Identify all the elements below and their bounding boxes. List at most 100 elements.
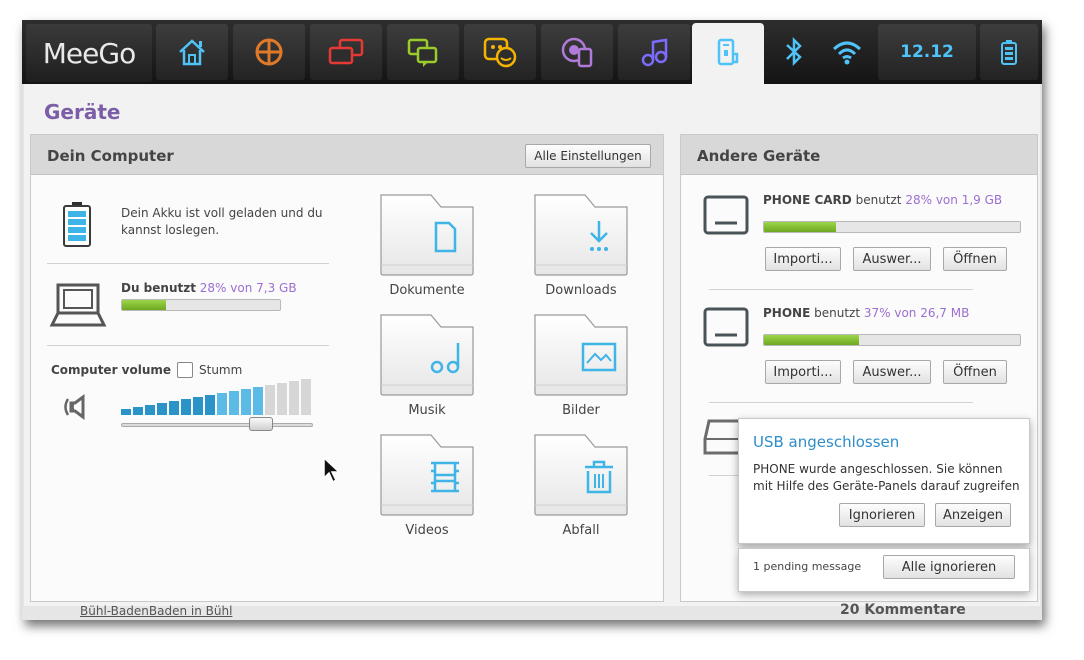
- device-progress-bar: [763, 334, 1021, 346]
- volume-bar: [145, 405, 155, 415]
- usage-progress-bar: [121, 299, 281, 311]
- web-zone[interactable]: [541, 24, 613, 80]
- usb-notification: USB angeschlossen PHONE wurde angeschlos…: [738, 418, 1030, 544]
- divider: [47, 263, 329, 264]
- folder-label: Abfall: [562, 523, 600, 538]
- folder-1[interactable]: [379, 193, 475, 277]
- folder-shape: [534, 194, 628, 276]
- device-usage-value: 37% von 26,7 MB: [863, 306, 970, 320]
- device-usage-value: 28% von 1,9 GB: [905, 193, 1003, 207]
- computer-header: Dein Computer Alle Einstellungen: [31, 135, 663, 175]
- divider: [709, 402, 973, 403]
- computer-section: Dein Computer Alle Einstellungen Dein Ak…: [30, 134, 664, 602]
- home-icon: [179, 39, 205, 66]
- computer-heading: Dein Computer: [47, 147, 174, 165]
- mouse-pointer-icon: [323, 456, 341, 484]
- pending-notification: 1 pending message Alle ignorieren: [738, 548, 1030, 592]
- divider: [47, 345, 329, 346]
- folder-shape: [380, 314, 474, 396]
- meego-window: MeeGo 12.12 Geräte Dein Computer Alle Ei…: [22, 20, 1042, 620]
- folder-5[interactable]: [379, 433, 475, 517]
- volume-level-bars: [121, 379, 315, 415]
- volume-bar: [133, 407, 143, 415]
- volume-bar: [277, 383, 287, 415]
- windows-zone[interactable]: [310, 24, 382, 80]
- other-devices-heading: Andere Geräte: [697, 147, 821, 165]
- folder-6[interactable]: [533, 433, 629, 517]
- ignore-all-button[interactable]: Alle ignorieren: [883, 555, 1015, 579]
- open-button[interactable]: Öffnen: [943, 360, 1007, 384]
- volume-bar: [229, 391, 239, 415]
- devices-panel: Geräte Dein Computer Alle Einstellungen …: [24, 84, 1040, 606]
- eject-button[interactable]: Auswer...: [853, 360, 931, 384]
- bluetooth-zone[interactable]: [764, 24, 824, 80]
- speaker-icon: [64, 394, 85, 420]
- background-link[interactable]: Bühl-BadenBaden in Bühl: [80, 604, 232, 618]
- volume-bar: [265, 385, 275, 415]
- folder-label: Videos: [405, 523, 449, 538]
- applications-zone[interactable]: [233, 24, 305, 80]
- folder-label: Bilder: [562, 403, 600, 418]
- ignore-button[interactable]: Ignorieren: [839, 503, 925, 527]
- volume-bar: [121, 409, 131, 415]
- device-used-word: benutzt: [855, 193, 902, 207]
- phone-storage-icon: [703, 307, 749, 347]
- usage-progress-fill: [122, 300, 167, 310]
- usage-value: 28% von 7,3 GB: [199, 281, 297, 295]
- volume-slider-track[interactable]: [121, 423, 313, 427]
- music-zone[interactable]: [618, 24, 690, 80]
- battery-message: Dein Akku ist voll geladen und du kannst…: [121, 206, 323, 237]
- wifi-icon: [832, 41, 862, 65]
- volume-bar: [253, 387, 263, 415]
- meego-logo[interactable]: MeeGo: [26, 24, 152, 82]
- device-progress-bar: [763, 221, 1021, 233]
- people-icon: [483, 37, 517, 68]
- storage-card-icon: [703, 195, 749, 235]
- device-name: PHONE CARD: [763, 193, 852, 207]
- all-settings-button[interactable]: Alle Einstellungen: [525, 144, 651, 168]
- notification-title: USB angeschlossen: [753, 433, 900, 451]
- show-button[interactable]: Anzeigen: [935, 503, 1011, 527]
- import-button[interactable]: Importi...: [765, 247, 841, 271]
- web-icon: [561, 37, 593, 68]
- device-usage-text: PHONE benutzt 37% von 26,7 MB: [763, 306, 969, 320]
- volume-bar: [193, 397, 203, 415]
- volume-slider-handle[interactable]: [249, 417, 274, 431]
- folder-shape: [534, 314, 628, 396]
- bluetooth-icon: [786, 36, 802, 67]
- chat-icon: [407, 38, 438, 67]
- usage-text: Du benutzt 28% von 7,3 GB: [121, 281, 297, 295]
- people-zone[interactable]: [464, 24, 536, 80]
- mute-checkbox[interactable]: [177, 362, 193, 378]
- volume-bar: [289, 381, 299, 415]
- notification-body: PHONE wurde angeschlossen. Sie können mi…: [753, 462, 1020, 493]
- devices-zone[interactable]: [692, 23, 764, 84]
- background-page: Bühl-BadenBaden in Bühl 20 Kommentare: [22, 602, 1042, 620]
- clock[interactable]: 12.12: [878, 24, 976, 80]
- volume-bar: [181, 399, 191, 415]
- battery-icon: [1001, 40, 1017, 65]
- device-progress-fill: [764, 222, 836, 232]
- home-zone[interactable]: [156, 24, 228, 80]
- folder-4[interactable]: [533, 313, 629, 397]
- import-button[interactable]: Importi...: [765, 360, 841, 384]
- trash-icon: [585, 460, 613, 494]
- page-title: Geräte: [44, 100, 121, 124]
- device-usage-text: PHONE CARD benutzt 28% von 1,9 GB: [763, 193, 1002, 207]
- music-icon: [641, 38, 668, 67]
- open-button[interactable]: Öffnen: [943, 247, 1007, 271]
- background-comments: 20 Kommentare: [840, 602, 966, 618]
- eject-button[interactable]: Auswer...: [853, 247, 931, 271]
- chat-zone[interactable]: [387, 24, 459, 80]
- volume-bar: [217, 393, 227, 415]
- other-devices-header: Andere Geräte: [681, 135, 1037, 175]
- wifi-zone[interactable]: [820, 24, 874, 80]
- laptop-icon: [49, 283, 107, 327]
- battery-status[interactable]: [980, 24, 1038, 80]
- folder-3[interactable]: [379, 313, 475, 397]
- divider: [709, 289, 973, 290]
- usage-label: Du benutzt: [121, 281, 196, 295]
- folder-2[interactable]: [533, 193, 629, 277]
- volume-bar: [241, 389, 251, 415]
- devices-icon: [717, 38, 739, 65]
